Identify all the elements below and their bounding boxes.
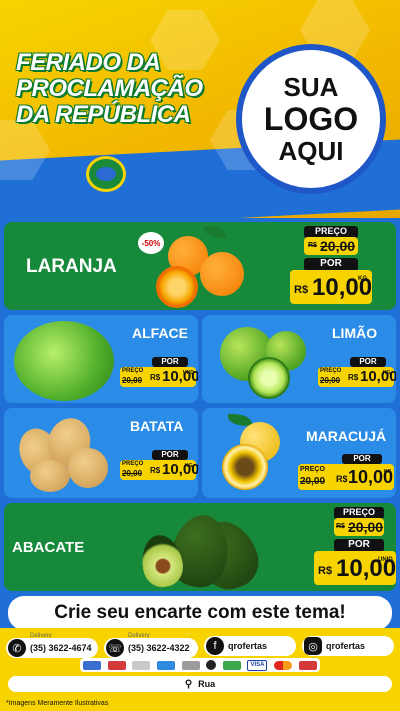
facebook-contact[interactable]: f qrofertas	[204, 636, 296, 656]
phone-icon: ☏	[106, 639, 124, 657]
payment-methods: VISA	[80, 658, 320, 672]
instagram-icon: ◎	[304, 637, 322, 655]
currency-label: R$	[150, 466, 161, 475]
currency-label: R$	[336, 523, 345, 530]
unit-label: UND	[183, 370, 194, 376]
por-label: POR	[152, 450, 188, 460]
leaf-icon	[204, 226, 226, 238]
card-icon	[298, 660, 317, 670]
phone-1: (35) 3622-4674	[30, 643, 92, 653]
card-icon	[107, 660, 126, 670]
phone-contact-1[interactable]: ✆ (35) 3622-4674	[6, 638, 98, 658]
product-name: ABACATE	[12, 539, 85, 556]
card-icon	[157, 660, 176, 670]
potato-icon	[68, 448, 108, 488]
currency-label: R$	[294, 284, 309, 296]
product-name: MARACUJÁ	[306, 428, 387, 444]
currency-label: R$	[336, 474, 348, 484]
currency-label: R$	[308, 242, 317, 249]
old-price: 20,00	[320, 238, 356, 254]
title-line-2: PROCLAMAÇÃO	[16, 75, 203, 102]
lime-slice-icon	[248, 357, 290, 399]
disclaimer: *Imagens Meramente Ilustrativas	[0, 697, 400, 711]
product-name: BATATA	[130, 418, 184, 434]
location-pin-icon: ⚲	[184, 678, 193, 690]
product-name: ALFACE	[132, 325, 188, 341]
logo-placeholder: SUA LOGO AQUI	[236, 44, 386, 194]
brazil-seal-icon	[86, 156, 126, 192]
preco-label: PREÇO	[122, 368, 144, 374]
old-price: 20,00	[348, 519, 384, 535]
card-icon	[206, 660, 217, 670]
unit-label: UNID	[378, 557, 393, 563]
preco-label: PREÇO	[300, 466, 325, 473]
preco-label: PREÇO	[122, 461, 144, 467]
unit-label: KG	[358, 276, 367, 282]
product-name: LIMÃO	[332, 325, 378, 341]
old-price: 20,00	[300, 476, 326, 487]
currency-label: R$	[318, 565, 333, 577]
visa-icon: VISA	[247, 659, 268, 671]
unit-label: KG	[185, 463, 193, 469]
unit-label: KG	[384, 469, 392, 475]
orange-half-icon	[156, 266, 198, 308]
preco-label: PREÇO	[320, 368, 342, 374]
card-icon	[181, 660, 200, 670]
por-label: POR	[350, 357, 386, 367]
potato-icon	[30, 460, 70, 492]
old-price: 20,00	[320, 376, 341, 385]
price-tag: R$ 10,00 UNID	[314, 551, 396, 585]
mastercard-icon	[274, 660, 293, 670]
lettuce-icon	[14, 321, 114, 401]
product-card-limao[interactable]: LIMÃO POR PREÇO 20,00 R$ 10,00 KG	[202, 315, 396, 403]
instagram-handle: qrofertas	[326, 641, 366, 651]
facebook-handle: qrofertas	[228, 641, 268, 651]
price-tag: PREÇO 20,00 R$ 10,00 UND	[120, 367, 198, 387]
price-tag: PREÇO 20,00 R$ 10,00 KG	[120, 460, 198, 480]
card-icon	[83, 660, 102, 670]
passion-fruit-half-icon	[222, 444, 268, 490]
promo-banner: Crie seu encarte com este tema!	[8, 596, 392, 630]
discount-badge: -50%	[138, 232, 164, 254]
price-tag: PREÇO 20,00 R$ 10,00 KG	[298, 464, 394, 490]
product-card-alface[interactable]: ALFACE POR PREÇO 20,00 R$ 10,00 UND	[4, 315, 198, 403]
old-price-tag: R$ 20,00	[334, 518, 384, 536]
facebook-icon: f	[206, 637, 224, 655]
logo-text-1: SUA	[283, 72, 339, 102]
logo-text-2: LOGO	[263, 101, 359, 137]
price-tag: R$ 10,00 KG	[290, 270, 372, 304]
logo-text-3: AQUI	[278, 136, 344, 166]
card-icon	[222, 660, 241, 670]
price-tag: PREÇO 20,00 R$ 10,00 KG	[318, 367, 396, 387]
por-label: POR	[152, 357, 188, 367]
title-line-1: FERIADO DA	[16, 49, 161, 76]
phone-2: (35) 3622-4322	[128, 643, 190, 653]
title-line-3: DA REPÚBLICA	[16, 101, 191, 128]
holiday-title: FERIADO DA PROCLAMAÇÃO DA REPÚBLICA	[16, 49, 203, 160]
product-card-abacate[interactable]: ABACATE PREÇO R$ 20,00 POR R$ 10,00 UNID	[4, 503, 396, 591]
instagram-contact[interactable]: ◎ qrofertas	[302, 636, 394, 656]
old-price: 20,00	[122, 469, 143, 478]
phone-contact-2[interactable]: ☏ (35) 3622-4322	[104, 638, 198, 658]
product-name: LARANJA	[26, 256, 117, 277]
currency-label: R$	[150, 373, 161, 382]
product-card-laranja[interactable]: LARANJA PREÇO R$ 20,00 POR R$ 10,00 KG	[4, 222, 396, 310]
currency-label: R$	[348, 373, 359, 382]
por-label: POR	[342, 454, 382, 464]
address-text: Rua	[198, 679, 216, 689]
product-card-maracuja[interactable]: MARACUJÁ POR PREÇO 20,00 R$ 10,00 KG	[202, 408, 396, 498]
old-price-tag: R$ 20,00	[304, 237, 358, 255]
unit-label: KG	[383, 370, 391, 376]
product-card-batata[interactable]: BATATA POR PREÇO 20,00 R$ 10,00 KG	[4, 408, 198, 498]
card-icon	[132, 660, 151, 670]
old-price: 20,00	[122, 376, 143, 385]
orange-icon	[200, 252, 244, 296]
whatsapp-icon: ✆	[8, 639, 26, 657]
address-bar[interactable]: ⚲ Rua	[8, 676, 392, 692]
